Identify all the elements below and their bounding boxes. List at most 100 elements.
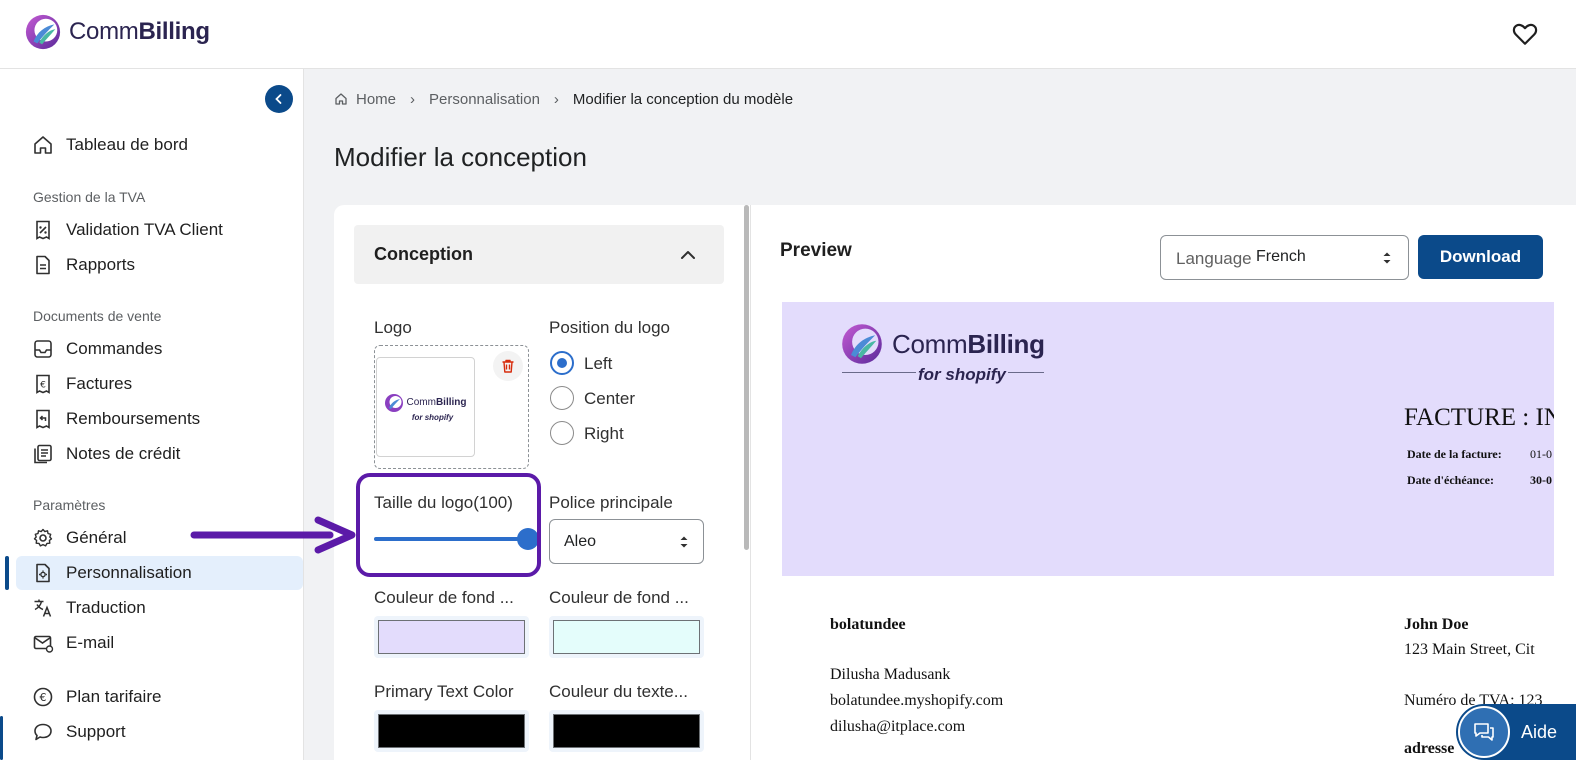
active-indicator (5, 556, 9, 590)
download-button[interactable]: Download (1418, 235, 1543, 279)
brand-name-bold: Billing (138, 18, 210, 45)
logo-label: Logo (374, 318, 412, 337)
bg-color-2-swatch (553, 620, 700, 654)
language-select-value: French (1256, 248, 1306, 265)
language-select[interactable]: Language French (1160, 235, 1409, 280)
commbilling-logo-icon (25, 14, 61, 50)
position-right-radio[interactable] (550, 421, 574, 445)
seller-contact: Dilusha Madusank (830, 666, 951, 683)
gear-icon (32, 527, 54, 549)
font-label: Police principale (549, 493, 673, 512)
scroll-indicator (0, 716, 3, 760)
inbox-icon (32, 338, 54, 360)
email-icon (32, 632, 54, 654)
sidebar-item-label: Général (66, 528, 127, 547)
receipt-percent-icon (32, 219, 54, 241)
position-right-label: Right (584, 424, 624, 443)
invoice-header: CommBilling for shopify FACTURE : IN Dat… (782, 302, 1554, 576)
conception-accordion-header[interactable]: Conception (354, 225, 724, 284)
section-title-sales-docs: Documents de vente (33, 308, 162, 324)
bg-color-1-swatch (378, 620, 525, 654)
home-icon (32, 134, 54, 156)
sidebar-item-email[interactable]: E-mail (16, 626, 303, 660)
svg-text:€: € (40, 691, 47, 704)
annotation-arrow-icon (190, 516, 356, 554)
invoice-preview: CommBilling for shopify FACTURE : IN Dat… (782, 302, 1554, 760)
breadcrumb-separator: › (410, 90, 416, 108)
page-title: Modifier la conception (334, 142, 587, 172)
logo-thumb-subtitle: for shopify (411, 412, 454, 422)
panel-scrollbar[interactable] (744, 205, 749, 550)
position-left-radio[interactable] (550, 351, 574, 375)
bg-color-2-picker[interactable] (549, 616, 704, 658)
primary-text-color-picker[interactable] (374, 710, 529, 752)
refund-receipt-icon (32, 408, 54, 430)
annotation-highlight (356, 473, 541, 577)
help-widget-button[interactable]: Aide (1456, 704, 1576, 760)
invoice-date-label: Date de la facture: (1407, 447, 1502, 461)
sidebar-item-support[interactable]: Support (16, 715, 303, 749)
svg-text:€: € (40, 381, 46, 391)
position-left-label: Left (584, 354, 613, 373)
secondary-text-color-picker[interactable] (549, 710, 704, 752)
brand-name-light: Comm (69, 18, 139, 45)
sidebar-item-vat-validation[interactable]: Validation TVA Client (16, 213, 303, 247)
sidebar-collapse-button[interactable] (265, 85, 293, 113)
seller-domain: bolatundee.myshopify.com (830, 692, 1004, 709)
secondary-text-color-label: Couleur du texte... (549, 682, 688, 701)
customize-icon (32, 562, 54, 584)
sidebar-item-label: Traduction (66, 598, 146, 617)
app-logo[interactable]: CommBilling (24, 13, 210, 51)
bg-color-1-picker[interactable] (374, 616, 529, 658)
euro-circle-icon: € (32, 686, 54, 708)
due-date-label: Date d'échéance: (1407, 473, 1494, 487)
euro-receipt-icon: € (32, 373, 54, 395)
breadcrumb-home[interactable]: Home (356, 91, 396, 108)
sidebar-item-translation[interactable]: Traduction (16, 591, 303, 625)
chat-icon (32, 721, 54, 743)
commbilling-logo-icon (842, 324, 882, 364)
sidebar-item-label: Remboursements (66, 409, 201, 428)
sidebar-item-credit-notes[interactable]: Notes de crédit (16, 437, 303, 471)
accordion-title: Conception (374, 244, 473, 264)
chevron-left-icon (275, 94, 282, 104)
heart-icon[interactable] (1512, 22, 1538, 46)
document-icon (32, 254, 54, 276)
sidebar-item-pricing-plan[interactable]: € Plan tarifaire (16, 680, 303, 714)
logo-thumbnail: CommBilling for shopify (376, 357, 475, 457)
font-select[interactable]: Aleo (549, 519, 704, 564)
primary-text-color-swatch (378, 714, 525, 748)
sidebar-item-refunds[interactable]: Remboursements (16, 402, 303, 436)
commbilling-logo-icon (385, 393, 404, 412)
invoice-logo: CommBilling (840, 322, 1045, 366)
invoice-date-value: 01-0 (1530, 447, 1552, 461)
sidebar-item-customization[interactable]: Personnalisation (16, 556, 303, 590)
home-icon (335, 93, 347, 105)
sidebar-item-label: Validation TVA Client (66, 220, 223, 239)
brand-name-bold: Billing (967, 328, 1045, 359)
sidebar-item-label: Support (66, 722, 126, 741)
logo-position-label: Position du logo (549, 318, 670, 337)
sidebar-item-label: Personnalisation (66, 563, 192, 582)
breadcrumb: Home › Personnalisation › Modifier la co… (334, 88, 793, 110)
sidebar-item-label: Notes de crédit (66, 444, 181, 463)
breadcrumb-parent[interactable]: Personnalisation (429, 91, 540, 108)
brand-name-light: Comm (892, 328, 968, 359)
position-center-label: Center (584, 389, 636, 408)
sidebar-item-reports[interactable]: Rapports (16, 248, 303, 282)
invoice-logo-subtitle: for shopify (916, 365, 1008, 385)
seller-email: dilusha@itplace.com (830, 718, 966, 735)
sidebar-item-label: Tableau de bord (66, 135, 188, 154)
bg-color-1-label: Couleur de fond ... (374, 588, 514, 607)
due-date-value: 30-0 (1530, 473, 1552, 487)
sidebar-item-orders[interactable]: Commandes (16, 332, 303, 366)
sidebar-item-dashboard[interactable]: Tableau de bord (16, 128, 303, 162)
top-bar: CommBilling (0, 0, 1576, 69)
buyer-address-label: adresse (1404, 740, 1455, 757)
help-widget-label: Aide (1521, 722, 1558, 742)
delete-logo-button[interactable] (493, 351, 523, 381)
section-title-settings: Paramètres (33, 497, 106, 513)
brand-name-bold: Billing (435, 397, 467, 408)
sidebar-item-invoices[interactable]: € Factures (16, 367, 303, 401)
position-center-radio[interactable] (550, 386, 574, 410)
